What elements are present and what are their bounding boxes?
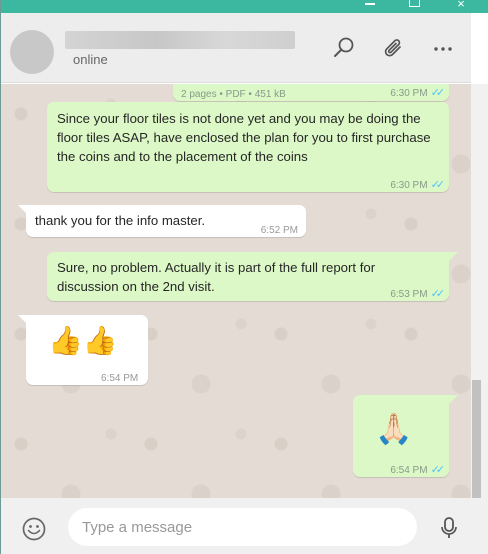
message-incoming-emoji[interactable]: 👍👍 6:54 PM xyxy=(26,315,148,385)
thumbs-up-emoji: 👍👍 xyxy=(48,325,118,356)
contact-name-redacted[interactable] xyxy=(65,31,295,49)
bubble-tail xyxy=(449,252,458,261)
bubble-tail xyxy=(449,395,458,404)
scrollbar-thumb[interactable] xyxy=(472,380,481,498)
maximize-button[interactable] xyxy=(399,0,429,12)
read-ticks-icon: ✓✓ xyxy=(430,288,446,300)
composer-bar xyxy=(1,498,488,554)
message-text: Since your floor tiles is not done yet a… xyxy=(57,111,431,164)
message-time: 6:54 PM ✓✓ xyxy=(390,464,446,476)
paperclip-icon[interactable] xyxy=(381,35,407,61)
message-text: Sure, no problem. Actually it is part of… xyxy=(57,260,376,294)
window-titlebar: × xyxy=(1,0,488,13)
contact-status: online xyxy=(73,52,108,67)
message-outgoing[interactable]: Sure, no problem. Actually it is part of… xyxy=(47,252,449,301)
message-outgoing[interactable]: Since your floor tiles is not done yet a… xyxy=(47,102,449,192)
contact-avatar[interactable] xyxy=(10,30,54,74)
message-outgoing-emoji[interactable]: 🙏🏻 6:54 PM ✓✓ xyxy=(353,395,449,477)
search-icon[interactable] xyxy=(331,35,357,61)
message-time: 6:53 PM ✓✓ xyxy=(390,288,446,300)
menu-dots-icon[interactable] xyxy=(430,35,456,61)
message-input[interactable] xyxy=(68,508,417,546)
praying-hands-emoji: 🙏🏻 xyxy=(375,413,413,446)
read-ticks-icon: ✓✓ xyxy=(430,464,446,476)
minimize-button[interactable] xyxy=(355,0,385,12)
chat-header: online xyxy=(1,13,471,83)
read-ticks-icon: ✓✓ xyxy=(430,179,446,191)
message-time: 6:30 PM ✓✓ xyxy=(390,179,446,191)
microphone-icon[interactable] xyxy=(437,515,461,541)
message-document[interactable]: 2 pages • PDF • 451 kB 6:30 PM ✓✓ xyxy=(173,84,449,101)
message-text: thank you for the info master. xyxy=(35,213,206,228)
message-time: 6:54 PM xyxy=(101,373,139,384)
close-window-button[interactable]: × xyxy=(446,0,476,12)
emoji-picker-icon[interactable] xyxy=(21,516,47,542)
message-time: 6:30 PM ✓✓ xyxy=(390,87,446,99)
message-incoming[interactable]: thank you for the info master. 6:52 PM xyxy=(26,205,306,237)
message-time: 6:52 PM xyxy=(260,225,298,236)
read-ticks-icon: ✓✓ xyxy=(430,87,446,99)
